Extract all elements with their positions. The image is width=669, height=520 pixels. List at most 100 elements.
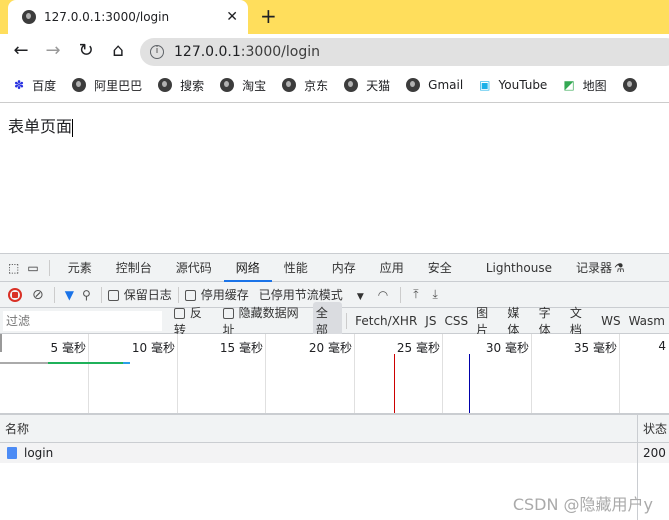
close-icon[interactable]: ✕ bbox=[226, 9, 238, 25]
tab-memory[interactable]: 内存 bbox=[320, 254, 368, 282]
grid-line bbox=[354, 334, 355, 413]
export-har-icon[interactable]: ⤓ bbox=[433, 287, 438, 302]
globe-icon bbox=[220, 78, 235, 92]
request-name[interactable]: login bbox=[24, 446, 53, 460]
filter-js[interactable]: JS bbox=[425, 314, 436, 328]
chevron-down-icon: ▼ bbox=[356, 292, 364, 302]
table-header: 名称 状态 bbox=[0, 415, 669, 443]
filter-fetch-xhr[interactable]: Fetch/XHR bbox=[355, 314, 417, 328]
bookmark-tmall[interactable]: 天猫 bbox=[344, 77, 390, 94]
divider bbox=[177, 286, 179, 303]
baidu-paw-icon: ✽ bbox=[14, 78, 25, 92]
devtools-panel: ⬚ ▭ 元素 控制台 源代码 网络 性能 内存 应用 安全 Lighthouse… bbox=[0, 253, 669, 520]
bookmark-maps[interactable]: ◩ 地图 bbox=[563, 77, 606, 94]
bookmark-more[interactable] bbox=[622, 78, 645, 92]
url-host: 127.0.0.1 bbox=[174, 44, 241, 60]
table-row[interactable]: login 200 bbox=[0, 443, 669, 463]
tab-elements[interactable]: 元素 bbox=[56, 254, 104, 282]
tab-performance[interactable]: 性能 bbox=[272, 254, 320, 282]
divider bbox=[48, 259, 50, 276]
bookmark-gmail[interactable]: Gmail bbox=[406, 78, 463, 92]
filter-wasm[interactable]: Wasm bbox=[629, 314, 665, 328]
divider bbox=[53, 286, 55, 303]
tab-application[interactable]: 应用 bbox=[368, 254, 416, 282]
globe-icon bbox=[282, 78, 297, 92]
bookmark-alibaba[interactable]: 阿里巴巴 bbox=[72, 77, 142, 94]
back-icon[interactable]: ← bbox=[10, 40, 32, 61]
filter-css[interactable]: CSS bbox=[444, 314, 468, 328]
request-status: 200 bbox=[643, 446, 666, 460]
watermark: CSDN @隐藏用户y bbox=[512, 495, 653, 514]
filter-img[interactable]: 图片 bbox=[476, 304, 499, 338]
time-label: 30 毫秒 bbox=[485, 341, 529, 355]
filter-media[interactable]: 媒体 bbox=[507, 304, 530, 338]
bookmark-label: 天猫 bbox=[366, 78, 391, 93]
divider bbox=[0, 102, 669, 103]
time-label: 10 毫秒 bbox=[131, 341, 175, 355]
time-label: 20 毫秒 bbox=[308, 341, 352, 355]
filter-font[interactable]: 字体 bbox=[539, 304, 562, 338]
reload-icon[interactable]: ↻ bbox=[75, 40, 97, 61]
import-har-icon[interactable]: ⤒ bbox=[413, 287, 418, 302]
globe-icon bbox=[344, 78, 359, 92]
tab-lighthouse[interactable]: Lighthouse bbox=[474, 254, 564, 282]
bookmark-label: 百度 bbox=[32, 78, 57, 93]
column-status[interactable]: 状态 bbox=[643, 420, 667, 437]
bookmark-label: YouTube bbox=[498, 78, 548, 92]
disable-cache-checkbox[interactable]: 停用缓存 bbox=[184, 286, 249, 303]
bookmarks-bar: ✽ 百度 阿里巴巴 搜索 淘宝 京东 天猫 Gmail ▣ YouTube ◩ 地图 bbox=[0, 70, 669, 100]
inspect-icon[interactable]: ⬚ bbox=[8, 261, 19, 275]
invert-checkbox[interactable]: 反转 bbox=[173, 304, 213, 338]
bookmark-jd[interactable]: 京东 bbox=[282, 77, 328, 94]
filter-input[interactable] bbox=[3, 310, 162, 331]
address-bar[interactable]: i 127.0.0.1:3000/login bbox=[140, 38, 669, 66]
tab-network[interactable]: 网络 bbox=[223, 254, 272, 282]
filter-icon[interactable]: ▼ bbox=[65, 288, 74, 302]
dom-content-loaded-line bbox=[469, 354, 470, 413]
document-icon bbox=[7, 447, 17, 459]
grid-line bbox=[531, 334, 532, 413]
new-tab-button[interactable]: + bbox=[260, 4, 277, 28]
overview-handle[interactable] bbox=[0, 334, 2, 352]
page-text: 表单页面 bbox=[8, 113, 74, 137]
clear-icon[interactable]: ⊘ bbox=[32, 287, 44, 303]
request-bar-waiting bbox=[48, 362, 123, 364]
device-toolbar-icon[interactable]: ▭ bbox=[27, 261, 38, 275]
divider bbox=[400, 286, 402, 303]
filter-ws[interactable]: WS bbox=[601, 314, 620, 328]
preserve-log-checkbox[interactable]: 保留日志 bbox=[107, 286, 172, 303]
divider bbox=[346, 312, 348, 329]
time-label: 25 毫秒 bbox=[396, 341, 440, 355]
tab-console[interactable]: 控制台 bbox=[104, 254, 164, 282]
bookmark-youtube[interactable]: ▣ YouTube bbox=[479, 78, 547, 92]
url-path: :3000/login bbox=[240, 44, 320, 60]
info-icon[interactable]: i bbox=[150, 45, 164, 59]
network-conditions-icon[interactable]: ◠ bbox=[378, 288, 388, 302]
column-name[interactable]: 名称 bbox=[5, 420, 29, 437]
hide-data-urls-checkbox[interactable]: 隐藏数据网址 bbox=[222, 304, 308, 338]
record-icon[interactable] bbox=[8, 287, 22, 302]
bookmark-label: 京东 bbox=[304, 78, 329, 93]
bookmark-label: 阿里巴巴 bbox=[94, 78, 143, 93]
globe-icon bbox=[72, 78, 87, 92]
tab-recorder[interactable]: 记录器 bbox=[564, 254, 614, 282]
browser-tab[interactable]: 127.0.0.1:3000/login ✕ bbox=[8, 0, 248, 34]
divider bbox=[100, 286, 102, 303]
globe-icon bbox=[622, 78, 637, 92]
bookmark-search[interactable]: 搜索 bbox=[158, 77, 204, 94]
globe-icon bbox=[158, 78, 173, 92]
bookmark-taobao[interactable]: 淘宝 bbox=[220, 77, 266, 94]
bookmark-baidu[interactable]: ✽ 百度 bbox=[14, 77, 56, 94]
tab-sources[interactable]: 源代码 bbox=[164, 254, 224, 282]
search-icon[interactable]: ⚲ bbox=[82, 288, 91, 302]
forward-icon[interactable]: → bbox=[42, 40, 64, 61]
throttle-select[interactable]: 已停用节流模式 ▼ bbox=[259, 286, 364, 303]
filter-doc[interactable]: 文档 bbox=[570, 304, 593, 338]
grid-line bbox=[88, 334, 89, 413]
tv-icon: ▣ bbox=[479, 78, 491, 92]
bookmark-label: Gmail bbox=[428, 78, 464, 92]
tab-security[interactable]: 安全 bbox=[416, 254, 464, 282]
request-bar-download bbox=[123, 362, 130, 364]
network-overview[interactable]: 5 毫秒 10 毫秒 15 毫秒 20 毫秒 25 毫秒 30 毫秒 35 毫秒… bbox=[0, 334, 669, 415]
home-icon[interactable]: ⌂ bbox=[107, 40, 129, 61]
